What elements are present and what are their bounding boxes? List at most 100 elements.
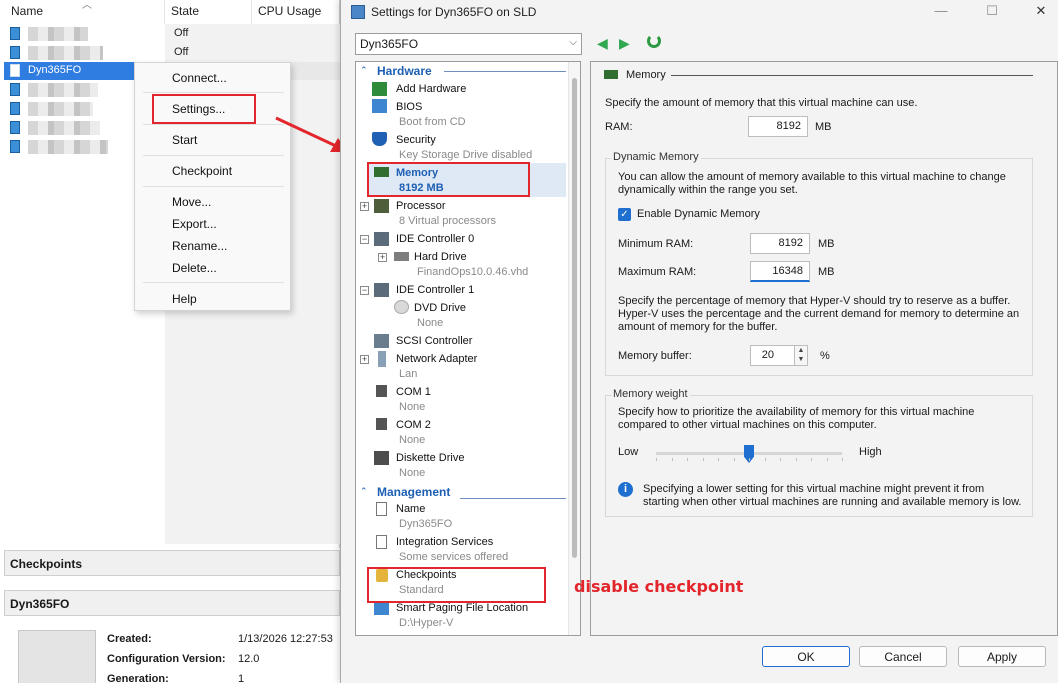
tree-item-ide0[interactable]: IDE Controller 0 xyxy=(396,233,474,245)
slider-tick xyxy=(811,458,812,461)
dynamic-desc-line2: dynamically within the range you set. xyxy=(618,184,798,196)
tree-item-smart-paging-sub: D:\Hyper-V xyxy=(399,617,454,629)
tree-item-add-hardware[interactable]: Add Hardware xyxy=(396,83,466,95)
cancel-button[interactable]: Cancel xyxy=(859,646,947,667)
tree-item-security-sub: Key Storage Drive disabled xyxy=(399,149,533,161)
ram-input[interactable]: 8192 xyxy=(748,116,808,137)
buffer-desc-line2: Hyper-V uses the percentage and the curr… xyxy=(618,308,1020,320)
menu-separator xyxy=(143,282,284,283)
shield-icon xyxy=(372,132,387,146)
max-ram-input[interactable]: 16348 xyxy=(750,261,810,282)
slider-tick xyxy=(687,458,688,461)
menu-item-checkpoint[interactable]: Checkpoint xyxy=(172,164,232,178)
chevron-down-icon: ⌵ xyxy=(569,37,577,48)
column-header-cpu[interactable]: CPU Usage xyxy=(258,4,321,18)
vm-icon xyxy=(10,121,20,134)
info-icon: i xyxy=(618,482,633,497)
ram-unit: MB xyxy=(815,121,832,133)
collapse-ide1-icon[interactable]: − xyxy=(360,286,369,295)
tree-item-integration-sub: Some services offered xyxy=(399,551,509,563)
tree-item-scsi[interactable]: SCSI Controller xyxy=(396,335,472,347)
tree-item-security[interactable]: Security xyxy=(396,134,436,146)
tree-item-com2-sub: None xyxy=(399,434,426,446)
menu-separator xyxy=(143,186,284,187)
tree-item-smart-paging[interactable]: Smart Paging File Location xyxy=(396,602,528,614)
collapse-ide0-icon[interactable]: − xyxy=(360,235,369,244)
memory-settings-panel: Memory Specify the amount of memory that… xyxy=(590,61,1058,636)
column-divider xyxy=(164,0,165,24)
buffer-spinner-icon[interactable]: ▲ ▼ xyxy=(794,345,808,366)
detail-label: Configuration Version: xyxy=(107,653,226,665)
column-header-name[interactable]: Name xyxy=(11,4,43,18)
slider-tick xyxy=(671,458,673,461)
tree-item-dvd[interactable]: DVD Drive xyxy=(414,302,466,314)
highlight-settings-box xyxy=(152,94,256,124)
sort-arrow-icon: ︿ xyxy=(82,0,92,11)
menu-item-help[interactable]: Help xyxy=(172,292,197,306)
menu-item-connect[interactable]: Connect... xyxy=(172,71,227,85)
vm-select-dropdown[interactable]: Dyn365FO ⌵ xyxy=(355,33,582,55)
processor-icon xyxy=(374,199,389,213)
diskette-icon xyxy=(374,451,389,465)
weight-info-line2: starting when other virtual machines are… xyxy=(643,496,1022,508)
refresh-icon[interactable] xyxy=(647,34,661,48)
section-rule xyxy=(444,71,566,72)
vm-row[interactable]: Off xyxy=(4,44,334,62)
memory-buffer-input[interactable]: 20 xyxy=(750,345,795,366)
apply-button[interactable]: Apply xyxy=(958,646,1046,667)
max-ram-unit: MB xyxy=(818,266,835,278)
forward-arrow-icon[interactable]: ▶ xyxy=(619,35,630,52)
tree-item-diskette[interactable]: Diskette Drive xyxy=(396,452,464,464)
menu-item-rename[interactable]: Rename... xyxy=(172,239,227,253)
memory-intro: Specify the amount of memory that this v… xyxy=(605,97,918,109)
memory-weight-title: Memory weight xyxy=(611,388,690,400)
tree-item-integration[interactable]: Integration Services xyxy=(396,536,493,548)
menu-item-start[interactable]: Start xyxy=(172,133,197,147)
expand-network-icon[interactable]: + xyxy=(360,355,369,364)
weight-desc-line2: compared to other virtual machines on th… xyxy=(618,419,877,431)
memory-buffer-label: Memory buffer: xyxy=(618,350,692,362)
tree-scroll-thumb[interactable] xyxy=(572,78,577,558)
expand-hard-drive-icon[interactable]: + xyxy=(378,253,387,262)
enable-dynamic-memory-checkbox[interactable]: ✓ xyxy=(618,208,631,221)
section-rule xyxy=(460,498,566,499)
menu-item-move[interactable]: Move... xyxy=(172,195,211,209)
enable-dynamic-memory-label[interactable]: Enable Dynamic Memory xyxy=(637,208,760,221)
vm-icon xyxy=(10,83,20,96)
column-header-state[interactable]: State xyxy=(171,4,199,18)
menu-item-export[interactable]: Export... xyxy=(172,217,217,231)
collapse-management-icon[interactable]: ⌃ xyxy=(360,486,368,497)
settings-tree: ⌃ Hardware Add Hardware BIOS Boot from C… xyxy=(355,61,581,636)
tree-item-bios[interactable]: BIOS xyxy=(396,101,422,113)
back-arrow-icon[interactable]: ◀ xyxy=(597,35,608,52)
tree-item-name-sub: Dyn365FO xyxy=(399,518,453,530)
dialog-title: Settings for Dyn365FO on SLD xyxy=(371,5,537,19)
min-ram-input[interactable]: 8192 xyxy=(750,233,810,254)
tree-scrollbar[interactable] xyxy=(568,62,580,635)
detail-value: 12.0 xyxy=(238,653,260,665)
redacted-vm-name xyxy=(28,46,103,60)
menu-item-delete[interactable]: Delete... xyxy=(172,261,217,275)
tree-item-hard-drive[interactable]: Hard Drive xyxy=(414,251,467,263)
tree-item-name[interactable]: Name xyxy=(396,503,425,515)
expand-processor-icon[interactable]: + xyxy=(360,202,369,211)
maximize-icon[interactable]: ☐ xyxy=(982,3,1002,21)
close-icon[interactable]: ✕ xyxy=(1031,3,1051,21)
ok-button[interactable]: OK xyxy=(762,646,850,667)
buffer-percent: % xyxy=(820,350,830,362)
collapse-hardware-icon[interactable]: ⌃ xyxy=(360,65,368,76)
tree-item-network[interactable]: Network Adapter xyxy=(396,353,477,365)
tree-item-processor[interactable]: Processor xyxy=(396,200,446,212)
vm-row-selected[interactable]: Dyn365FO xyxy=(4,62,134,80)
bios-icon xyxy=(372,99,387,113)
tree-item-com1[interactable]: COM 1 xyxy=(396,386,431,398)
slider-tick xyxy=(656,458,657,461)
vm-icon xyxy=(10,140,20,153)
tree-item-ide1[interactable]: IDE Controller 1 xyxy=(396,284,474,296)
minimize-icon[interactable]: — xyxy=(931,3,951,21)
vm-row[interactable]: Off xyxy=(4,25,334,43)
redacted-vm-name xyxy=(28,27,88,41)
vm-icon xyxy=(10,27,20,40)
redacted-vm-name xyxy=(28,102,93,116)
tree-item-com2[interactable]: COM 2 xyxy=(396,419,431,431)
